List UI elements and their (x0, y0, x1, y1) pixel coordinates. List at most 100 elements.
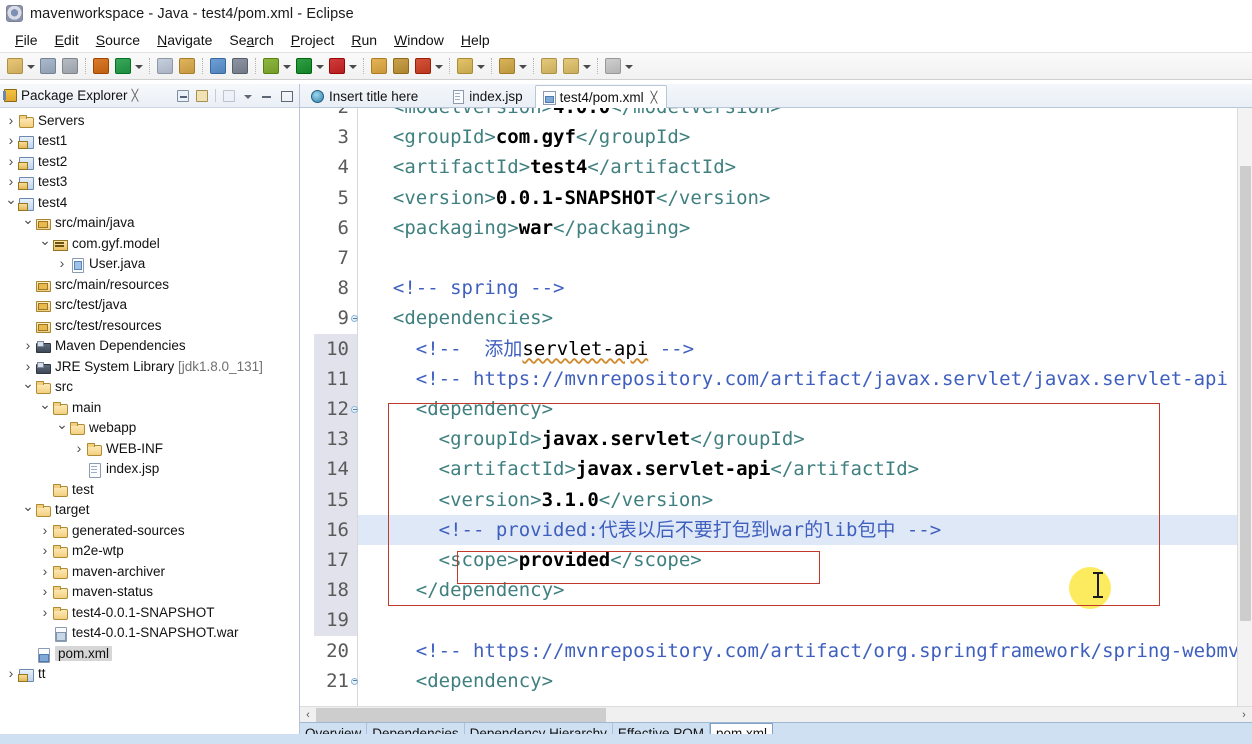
chevron-down-icon[interactable] (55, 420, 69, 435)
chevron-down-icon[interactable] (582, 56, 591, 76)
coverage-button[interactable] (413, 56, 433, 76)
refresh-button[interactable] (113, 56, 133, 76)
new-java-class-button[interactable] (155, 56, 175, 76)
code-line[interactable]: <version>0.0.1-SNAPSHOT</version> (358, 183, 1252, 213)
code-line[interactable]: <artifactId>javax.servlet-api</artifactI… (358, 454, 1252, 484)
tree-item[interactable]: test1 (0, 131, 299, 152)
run-server-button[interactable] (497, 56, 517, 76)
link-with-editor-button[interactable] (194, 88, 210, 104)
chevron-down-icon[interactable] (624, 56, 633, 76)
chevron-right-icon[interactable] (21, 359, 35, 374)
chevron-right-icon[interactable] (38, 564, 52, 579)
search-button[interactable] (230, 56, 250, 76)
tree-item[interactable]: test2 (0, 151, 299, 172)
tree-item[interactable]: test4 (0, 192, 299, 213)
editor-tab[interactable]: Insert title here (304, 84, 428, 107)
chevron-right-icon[interactable] (55, 256, 69, 271)
tree-item[interactable]: maven-archiver (0, 561, 299, 582)
run-external-tools-button[interactable] (327, 56, 347, 76)
open-type-button[interactable] (208, 56, 228, 76)
code-line[interactable]: <dependencies> (358, 303, 1252, 333)
code-line[interactable]: <version>3.1.0</version> (358, 485, 1252, 515)
chevron-right-icon[interactable] (4, 154, 18, 169)
focus-on-active-task-button[interactable] (221, 88, 237, 104)
chevron-right-icon[interactable] (21, 338, 35, 353)
chevron-down-icon[interactable] (21, 379, 35, 394)
chevron-down-icon[interactable] (315, 56, 324, 76)
tree-item[interactable]: tt (0, 664, 299, 685)
open-perspective-button[interactable] (391, 56, 411, 76)
new-java-package-button[interactable] (177, 56, 197, 76)
tree-item[interactable]: src/main/java (0, 213, 299, 234)
menu-run[interactable]: Run (343, 31, 386, 49)
tree-item[interactable]: webapp (0, 418, 299, 439)
chevron-down-icon[interactable] (476, 56, 485, 76)
editor-tab[interactable]: test4/pom.xml ╳ (534, 85, 668, 108)
tree-item[interactable]: index.jsp (0, 459, 299, 480)
tree-item[interactable]: maven-status (0, 582, 299, 603)
chevron-right-icon[interactable] (4, 666, 18, 681)
chevron-right-icon[interactable] (38, 523, 52, 538)
debug-button[interactable] (261, 56, 281, 76)
new-wizard-button[interactable] (5, 56, 25, 76)
chevron-down-icon[interactable] (38, 400, 52, 415)
save-button[interactable] (38, 56, 58, 76)
back-button[interactable] (603, 56, 623, 76)
tree-item[interactable]: src/test/resources (0, 315, 299, 336)
save-all-button[interactable] (60, 56, 80, 76)
tree-item[interactable]: com.gyf.model (0, 233, 299, 254)
tree-item[interactable]: main (0, 397, 299, 418)
tree-item[interactable]: src/main/resources (0, 274, 299, 295)
code-line[interactable]: <modelVersion>4.0.0</modelVersion> (358, 108, 1252, 122)
chevron-down-icon[interactable] (348, 56, 357, 76)
minimize-view-button[interactable] (259, 88, 275, 104)
tree-item[interactable]: generated-sources (0, 520, 299, 541)
chevron-right-icon[interactable] (72, 441, 86, 456)
chevron-right-icon[interactable] (38, 543, 52, 558)
menu-source[interactable]: Source (88, 31, 149, 49)
profile-button[interactable] (455, 56, 475, 76)
view-menu-button[interactable] (240, 88, 256, 104)
code-line[interactable]: <!-- provided:代表以后不要打包到war的lib包中 --> (358, 514, 1252, 545)
chevron-down-icon[interactable] (38, 236, 52, 251)
collapse-all-button[interactable] (175, 88, 191, 104)
scroll-left-arrow-icon[interactable]: ‹ (300, 707, 316, 723)
chevron-down-icon[interactable] (134, 56, 143, 76)
code-line[interactable]: <!-- spring --> (358, 273, 1252, 303)
menu-window[interactable]: Window (386, 31, 453, 49)
vertical-scrollbar-thumb[interactable] (1240, 166, 1251, 621)
tree-item[interactable]: m2e-wtp (0, 541, 299, 562)
chevron-down-icon[interactable] (282, 56, 291, 76)
tree-item[interactable]: src/test/java (0, 295, 299, 316)
chevron-down-icon[interactable] (434, 56, 443, 76)
code-line[interactable]: <artifactId>test4</artifactId> (358, 152, 1252, 182)
tree-item[interactable]: WEB-INF (0, 438, 299, 459)
tree-item[interactable]: Maven Dependencies (0, 336, 299, 357)
close-icon[interactable]: ╳ (132, 89, 139, 102)
chevron-down-icon[interactable] (4, 195, 18, 210)
tree-item[interactable]: target (0, 500, 299, 521)
code-line[interactable]: <!-- https://mvnrepository.com/artifact/… (358, 636, 1252, 666)
build-all-button[interactable] (91, 56, 111, 76)
close-icon[interactable]: ╳ (651, 91, 658, 104)
code-line[interactable]: <scope>provided</scope> (358, 545, 1252, 575)
code-line[interactable] (358, 243, 1252, 273)
code-line[interactable]: <groupId>javax.servlet</groupId> (358, 424, 1252, 454)
chevron-right-icon[interactable] (38, 605, 52, 620)
scroll-right-arrow-icon[interactable]: › (1236, 707, 1252, 723)
tree-item[interactable]: JRE System Library [jdk1.8.0_131] (0, 356, 299, 377)
chevron-down-icon[interactable] (26, 56, 35, 76)
editor-horizontal-scrollbar[interactable]: ‹ › (300, 706, 1252, 722)
horizontal-scrollbar-track[interactable] (316, 707, 1236, 722)
code-fold-toggle-icon[interactable] (351, 315, 358, 323)
menu-search[interactable]: Search (221, 31, 282, 49)
menu-help[interactable]: Help (453, 31, 499, 49)
code-fold-toggle-icon[interactable] (351, 406, 358, 414)
chevron-down-icon[interactable] (518, 56, 527, 76)
code-line[interactable]: <dependency> (358, 394, 1252, 424)
tree-item[interactable]: src (0, 377, 299, 398)
tree-item[interactable]: Servers (0, 110, 299, 131)
editor-vertical-scrollbar[interactable] (1237, 108, 1252, 706)
editor-tab[interactable]: index.jsp (444, 84, 532, 107)
menu-project[interactable]: Project (283, 31, 344, 49)
